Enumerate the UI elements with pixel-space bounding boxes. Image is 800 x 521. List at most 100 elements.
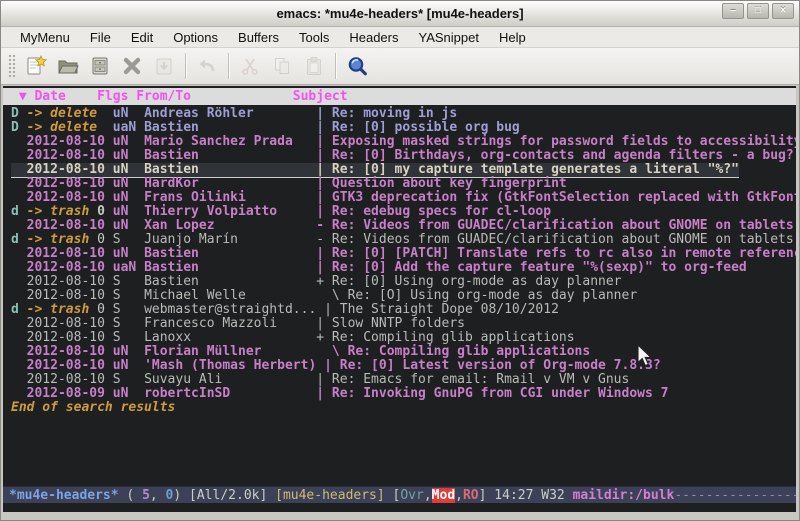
modeline-segment-plain: , [424, 488, 432, 503]
from-field: Bastien [144, 274, 316, 289]
mark-action: -> delete [27, 120, 97, 135]
message-row[interactable]: d -> trash 0 S webmaster@straightd... | … [11, 303, 796, 317]
menu-item-file[interactable]: File [81, 28, 120, 47]
message-row[interactable]: d -> trash 0 uN Thierry Volpiatto | Re: … [11, 205, 796, 219]
message-row[interactable]: 2012-08-10 uN 'Mash (Thomas Herbert) | R… [11, 359, 796, 373]
thread-prefix: | [316, 260, 332, 275]
subject-field: Re: [0] possible org bug [332, 120, 520, 135]
subject-field: Re: Videos from GUADEC/clarification abo… [332, 218, 794, 233]
date-field: 2012-08-10 [27, 274, 105, 289]
modeline-segment-plain: , [150, 488, 166, 503]
flags-field: uN [113, 386, 144, 401]
thread-prefix: \ [316, 344, 347, 359]
date-field: 2012-08-10 [27, 218, 105, 233]
mark-char: d [11, 302, 27, 317]
date-pad [105, 260, 113, 275]
message-row-text: 2012-08-10 S Francesco Mazzoli | Slow NN… [11, 316, 465, 331]
thread-prefix: - [316, 232, 332, 247]
flags-field: S [113, 288, 144, 303]
undo-button [191, 51, 223, 81]
date-field: 2012-08-10 [27, 344, 105, 359]
message-row[interactable]: 2012-08-10 S Bastien + Re: [0] Using org… [11, 275, 796, 289]
titlebar[interactable]: emacs: *mu4e-headers* [mu4e-headers] – □… [1, 1, 799, 27]
thread-prefix: - [316, 218, 332, 233]
message-row[interactable]: 2012-08-10 uN Frans Oilinki | GTK3 depre… [11, 191, 796, 205]
message-row-text: 2012-08-10 uN Frans Oilinki | GTK3 depre… [11, 190, 796, 205]
message-row[interactable]: 2012-08-10 uN HardKor | Question about k… [11, 177, 796, 191]
message-row[interactable]: 2012-08-10 uN Florian Müllner \ Re: Comp… [11, 345, 796, 359]
modeline-segment-plain: , [455, 488, 463, 503]
message-row[interactable]: D -> delete uaN Bastien | Re: [0] possib… [11, 121, 796, 135]
menu-item-headers[interactable]: Headers [340, 28, 407, 47]
menu-item-mymenu[interactable]: MyMenu [11, 28, 79, 47]
close-button[interactable]: × [772, 3, 794, 19]
subject-field: Question about key fingerprint [332, 176, 567, 191]
undo-icon [196, 55, 218, 77]
message-row[interactable]: 2012-08-10 S Michael Welle \ Re: [O] Usi… [11, 289, 796, 303]
close-buffer-button[interactable] [116, 51, 148, 81]
menu-item-tools[interactable]: Tools [290, 28, 338, 47]
date-pad [105, 176, 113, 191]
message-row[interactable]: 2012-08-10 uN Bastien | Re: [0] my captu… [11, 163, 796, 177]
modeline-segment-plain: ) [All/2.0k] [173, 488, 275, 503]
message-row[interactable]: D -> delete uN Andreas Röhler | Re: movi… [11, 107, 796, 121]
message-row[interactable]: 2012-08-10 uN Bastien | Re: [0] Birthday… [11, 149, 796, 163]
message-row-text: 2012-08-10 S Lanoxx + Re: Compiling glib… [11, 330, 575, 345]
menu-item-options[interactable]: Options [164, 28, 227, 47]
mark-char [11, 134, 27, 149]
date-field: 2012-08-10 [27, 162, 105, 177]
from-field: Suvayu Ali [144, 372, 316, 387]
modeline-segment-plain: ] 14:27 W32 [479, 488, 573, 503]
message-row[interactable]: 2012-08-10 uaN Bastien | Re: [0] Add the… [11, 261, 796, 275]
message-row[interactable]: d -> trash 0 S Juanjo Marín - Re: Videos… [11, 233, 796, 247]
maximize-button[interactable]: □ [747, 3, 769, 19]
date-field: 2012-08-09 [27, 386, 105, 401]
mark-action: -> delete [27, 106, 97, 121]
date-field: 2012-08-10 [27, 358, 105, 373]
flags-field: uN [113, 204, 144, 219]
mark-char [11, 148, 27, 163]
save-as-icon [153, 55, 175, 77]
date-field: 2012-08-10 [27, 134, 105, 149]
menu-item-buffers[interactable]: Buffers [229, 28, 288, 47]
emacs-window: emacs: *mu4e-headers* [mu4e-headers] – □… [0, 0, 800, 521]
message-row[interactable]: 2012-08-10 S Lanoxx + Re: Compiling glib… [11, 331, 796, 345]
mode-line[interactable]: *mu4e-headers* ( 5, 0) [All/2.0k] [mu4e-… [3, 486, 796, 503]
save-buffer-button[interactable] [84, 51, 116, 81]
modeline-segment-mode: [mu4e-headers] [275, 488, 385, 503]
from-field: HardKor [144, 176, 316, 191]
menu-item-help[interactable]: Help [490, 28, 535, 47]
message-row[interactable]: 2012-08-10 uN Mario Sanchez Prada | Expo… [11, 135, 796, 149]
date-pad: 0 [89, 204, 112, 219]
message-row[interactable]: 2012-08-09 uN robertcInSD | Re: Invoking… [11, 387, 796, 401]
from-field: Bastien [144, 246, 316, 261]
modeline-segment-folder: maildir:/bulk [573, 488, 675, 503]
from-field: robertcInSD [144, 386, 316, 401]
menu-bar: MyMenuFileEditOptionsBuffersToolsHeaders… [1, 27, 799, 48]
menu-item-edit[interactable]: Edit [122, 28, 162, 47]
menu-item-yasnippet[interactable]: YASnippet [409, 28, 487, 47]
date-pad [105, 246, 113, 261]
tool-bar [1, 48, 799, 85]
toolbar-drag-handle[interactable] [7, 53, 16, 79]
thread-prefix: + [316, 330, 332, 345]
flags-field: uN [113, 148, 144, 163]
message-row[interactable]: 2012-08-10 uN Xan Lopez - Re: Videos fro… [11, 219, 796, 233]
message-row-text: 2012-08-10 uN Mario Sanchez Prada | Expo… [11, 134, 796, 149]
message-row[interactable]: 2012-08-10 S Francesco Mazzoli | Slow NN… [11, 317, 796, 331]
message-row-text: 2012-08-10 S Michael Welle \ Re: [O] Usi… [11, 288, 637, 303]
message-row[interactable]: 2012-08-10 S Suvayu Ali | Re: Emacs for … [11, 373, 796, 387]
subject-field: Re: [0] my capture template generates a … [332, 162, 739, 177]
search-button[interactable] [341, 51, 373, 81]
new-file-button[interactable] [20, 51, 52, 81]
from-field: Bastien [144, 260, 316, 275]
date-pad [105, 358, 113, 373]
date-pad [105, 190, 113, 205]
minimize-button[interactable]: – [722, 3, 744, 19]
toolbar-separator [228, 53, 229, 79]
new-file-icon [25, 55, 47, 77]
open-file-button[interactable] [52, 51, 84, 81]
message-row[interactable]: 2012-08-10 uN Bastien | Re: [0] [PATCH] … [11, 247, 796, 261]
thread-prefix: \ [316, 288, 347, 303]
mark-action: -> trash [27, 204, 90, 219]
